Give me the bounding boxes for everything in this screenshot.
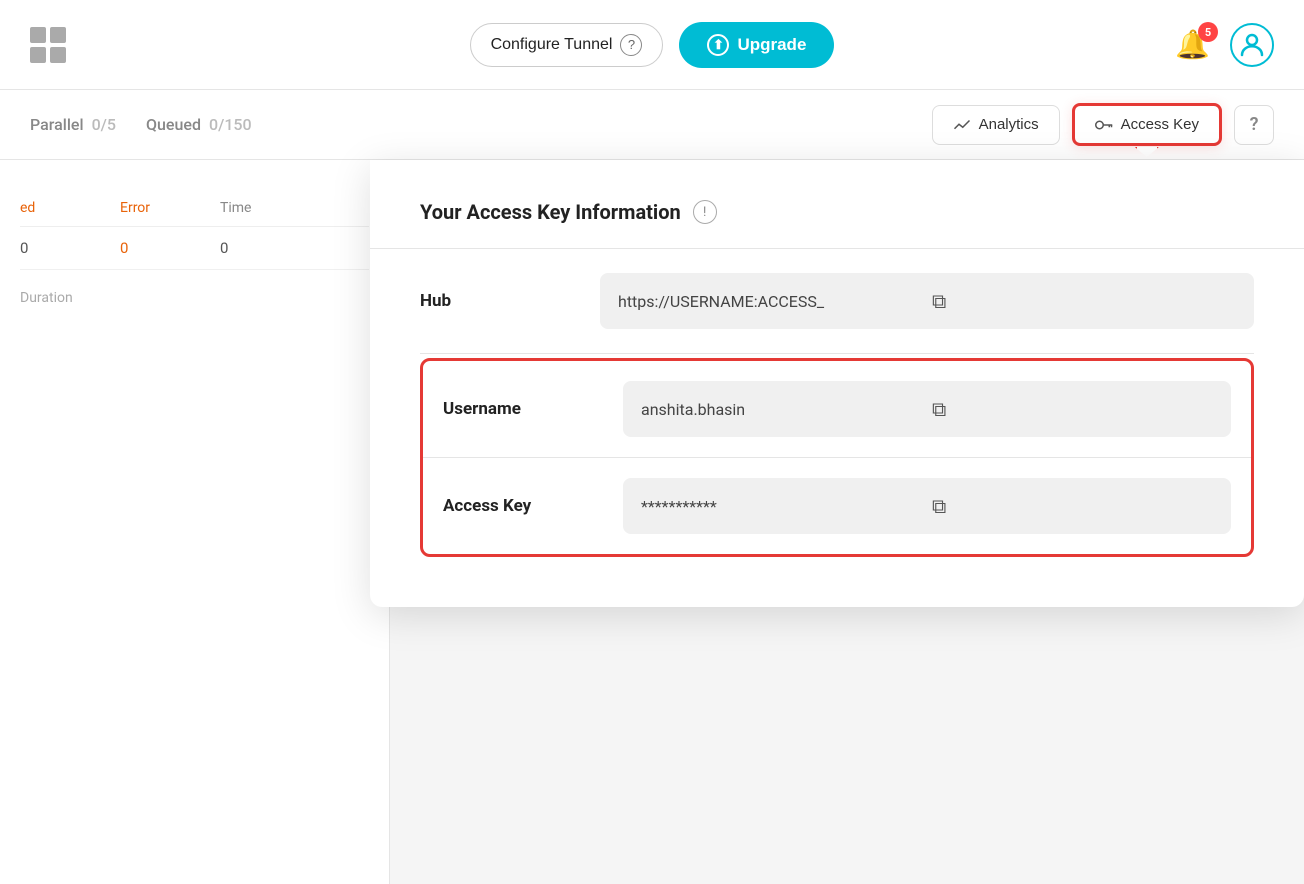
access-key-label: Access Key (1121, 116, 1199, 133)
analytics-icon (953, 116, 971, 134)
username-value-container: anshita.bhasin ⧉ (623, 381, 1231, 437)
header-left (30, 27, 66, 63)
grid-cell-3 (30, 47, 46, 63)
help-icon: ? (1250, 114, 1259, 135)
highlighted-section: Username anshita.bhasin ⧉ Access Key ***… (420, 358, 1254, 557)
header-center: Configure Tunnel ? ⬆ Upgrade (470, 22, 835, 68)
notification-button[interactable]: 🔔 5 (1175, 28, 1210, 61)
username-value: anshita.bhasin (641, 400, 920, 419)
configure-tunnel-help-icon: ? (620, 34, 642, 56)
col-time-value: 0 (220, 239, 300, 257)
upgrade-label: Upgrade (737, 35, 806, 55)
parallel-stat: Parallel 0/5 (30, 115, 116, 134)
access-key-button[interactable]: Access Key (1072, 103, 1222, 146)
main-content: ed Error Time 0 0 0 Duration Your Access… (0, 160, 1304, 884)
queued-value: 0/150 (209, 115, 252, 134)
col-ed-value: 0 (20, 239, 100, 257)
toolbar-buttons: Analytics Access Key ? (932, 103, 1274, 146)
access-key-row: Access Key *********** ⧉ (423, 458, 1251, 554)
hub-row: Hub https://USERNAME:ACCESS_ ⧉ (420, 249, 1254, 354)
key-icon (1095, 118, 1113, 132)
analytics-label: Analytics (979, 116, 1039, 133)
grid-cell-4 (50, 47, 66, 63)
col-error-header: ed (20, 200, 100, 216)
access-key-value: *********** (641, 497, 920, 516)
hub-value: https://USERNAME:ACCESS_ (618, 292, 920, 311)
upgrade-icon: ⬆ (707, 34, 729, 56)
header-right: 🔔 5 (1175, 23, 1274, 67)
toolbar-stats: Parallel 0/5 Queued 0/150 (30, 115, 252, 134)
username-row: Username anshita.bhasin ⧉ (423, 361, 1251, 458)
user-avatar[interactable] (1230, 23, 1274, 67)
upgrade-button[interactable]: ⬆ Upgrade (679, 22, 834, 68)
queued-stat: Queued 0/150 (146, 115, 252, 134)
access-key-field-label: Access Key (443, 496, 583, 516)
panel-title: Your Access Key Information (420, 200, 681, 224)
user-icon (1237, 30, 1267, 60)
panel-title-row: Your Access Key Information ! (420, 200, 1254, 224)
grid-cell-2 (50, 27, 66, 43)
access-key-copy-icon[interactable]: ⧉ (930, 492, 1213, 520)
col-error-value: 0 (120, 239, 200, 257)
grid-cell-1 (30, 27, 46, 43)
queued-label: Queued (146, 115, 201, 134)
hub-label: Hub (420, 291, 560, 311)
access-key-panel: Your Access Key Information ! Hub https:… (370, 160, 1304, 607)
access-key-value-container: *********** ⧉ (623, 478, 1231, 534)
analytics-button[interactable]: Analytics (932, 105, 1060, 145)
username-copy-icon[interactable]: ⧉ (930, 395, 1213, 423)
left-panel: ed Error Time 0 0 0 Duration (0, 160, 390, 884)
table-data-row: 0 0 0 (20, 227, 369, 270)
help-button[interactable]: ? (1234, 105, 1274, 145)
duration-row: Duration (20, 270, 369, 306)
configure-tunnel-button[interactable]: Configure Tunnel ? (470, 23, 664, 67)
hub-copy-icon[interactable]: ⧉ (930, 287, 1236, 315)
grid-icon[interactable] (30, 27, 66, 63)
panel-info-icon[interactable]: ! (693, 200, 717, 224)
hub-value-container: https://USERNAME:ACCESS_ ⧉ (600, 273, 1254, 329)
col-time-label: Time (220, 200, 300, 216)
toolbar: Parallel 0/5 Queued 0/150 Analytics Acce… (0, 90, 1304, 160)
username-label: Username (443, 399, 583, 419)
header: Configure Tunnel ? ⬆ Upgrade 🔔 5 (0, 0, 1304, 90)
notification-badge: 5 (1198, 22, 1218, 42)
parallel-label: Parallel (30, 115, 84, 134)
duration-label: Duration (20, 290, 73, 306)
configure-tunnel-label: Configure Tunnel (491, 36, 613, 54)
parallel-value: 0/5 (92, 115, 116, 134)
col-error-label: Error (120, 200, 200, 216)
table-header-row: ed Error Time (20, 190, 369, 227)
